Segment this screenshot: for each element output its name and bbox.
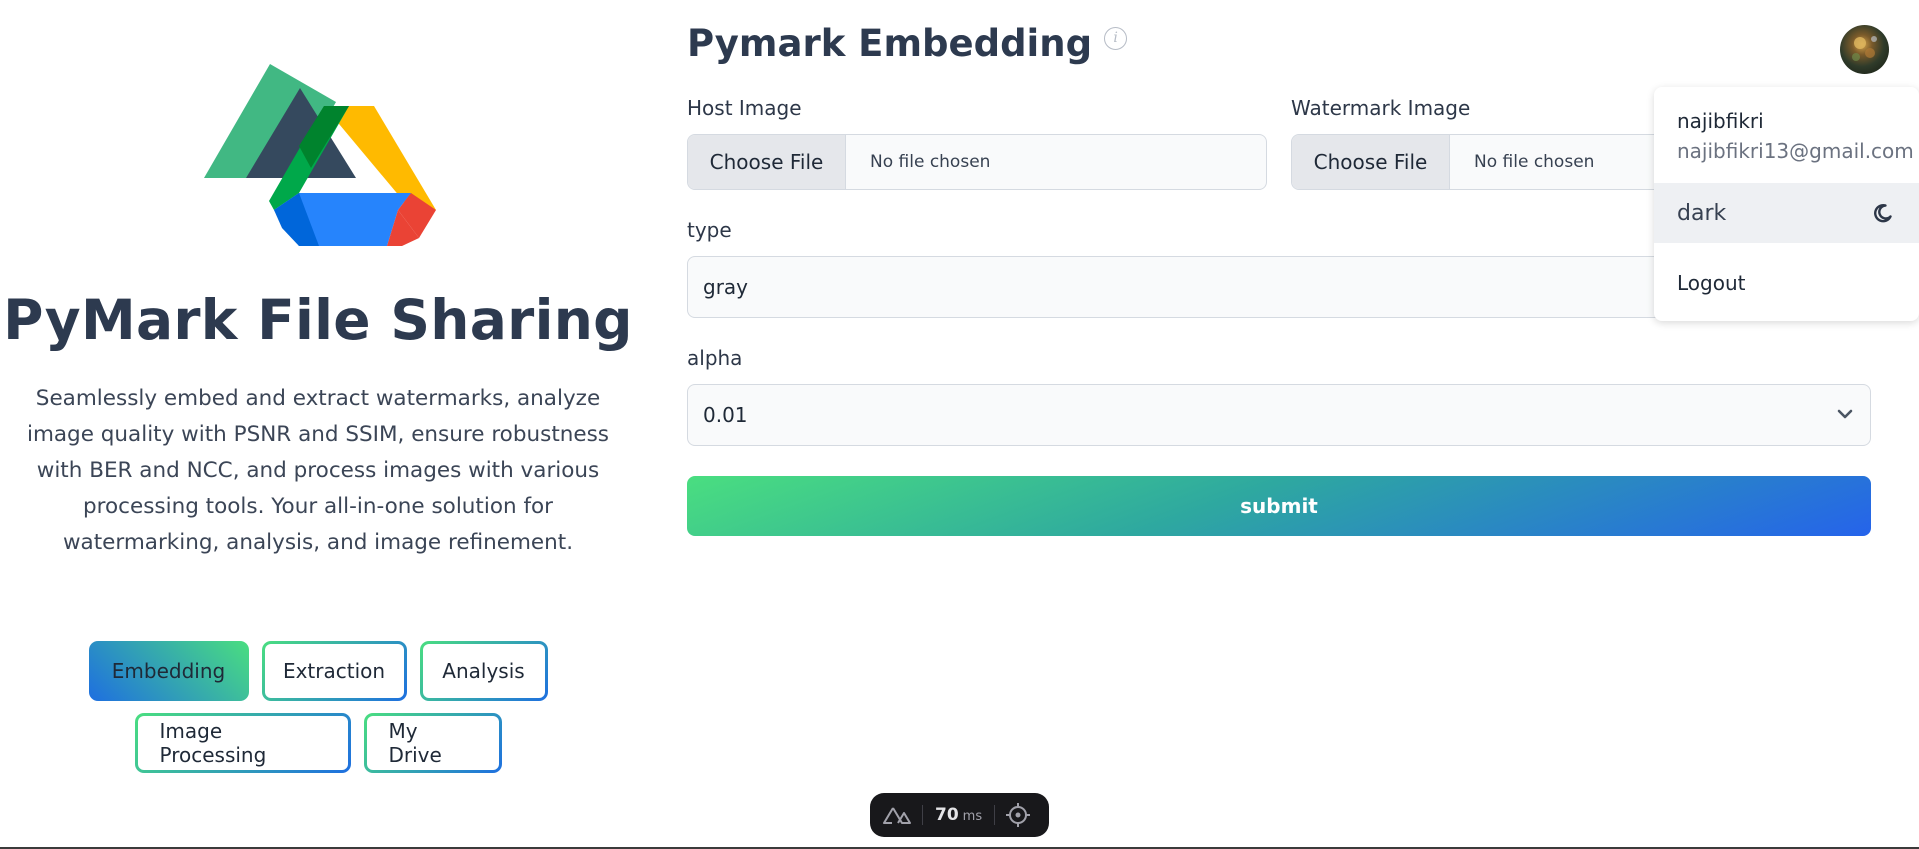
nuxt-drive-logo [204,64,436,246]
alpha-label: alpha [687,346,743,370]
host-image-file-status: No file chosen [870,152,991,172]
host-image-file-input[interactable]: Choose File No file chosen [687,134,1267,190]
host-image-choose-file-button[interactable]: Choose File [688,135,846,189]
nav-button-label: Image Processing [137,716,348,770]
user-menu-dropdown: najibfikri najibfikri13@gmail.com dark L… [1654,87,1919,321]
nav-image-processing-button[interactable]: Image Processing [134,713,351,773]
logout-menu-item[interactable]: Logout [1677,271,1745,295]
devtools-separator [922,805,923,825]
page-title-text: Pymark Embedding [687,22,1093,65]
nav-embedding-button[interactable]: Embedding [88,641,249,701]
nav-button-label: My Drive [366,716,499,770]
nav-extraction-button[interactable]: Extraction [261,641,407,701]
watermark-image-choose-file-button[interactable]: Choose File [1292,135,1450,189]
devtools-timing-unit: ms [962,809,983,824]
user-menu-email: najibfikri13@gmail.com [1677,139,1914,163]
devtools-timing: 70 ms [935,805,982,825]
theme-toggle[interactable]: dark [1654,183,1919,243]
type-label: type [687,218,732,242]
brand-description: Seamlessly embed and extract watermarks,… [26,386,610,555]
submit-button[interactable]: submit [687,476,1871,536]
left-panel: PyMark File Sharing Seamlessly embed and… [0,0,636,849]
avatar-image [1852,36,1877,61]
nav-button-label: Embedding [111,659,226,683]
alpha-select-value: 0.01 [703,403,748,427]
nav-my-drive-button[interactable]: My Drive [363,713,502,773]
avatar[interactable] [1840,25,1889,74]
host-image-label: Host Image [687,96,802,120]
nav-row-secondary: Image Processing My Drive [0,713,636,773]
nuxt-icon [883,807,911,824]
devtools-separator [994,805,996,825]
nav-analysis-button[interactable]: Analysis [419,641,548,701]
devtools-timing-value: 70 [935,805,959,825]
info-icon[interactable]: i [1104,27,1128,50]
moon-icon [1874,203,1892,223]
chevron-down-icon [1837,409,1853,419]
theme-toggle-label: dark [1677,201,1727,226]
type-select-value: gray [703,275,749,299]
watermark-image-label: Watermark Image [1291,96,1471,120]
page-title: Pymark Embedding i [687,22,1128,65]
user-menu-username: najibfikri [1677,109,1764,133]
devtools-bar[interactable]: 70 ms [870,793,1049,837]
nav-row-primary: Embedding Extraction Analysis [0,641,636,701]
nav-button-label: Extraction [264,644,404,698]
nav-button-label: Analysis [422,644,545,698]
alpha-select[interactable]: 0.01 [687,384,1871,446]
brand-title: PyMark File Sharing [3,288,633,352]
crosshair-icon[interactable] [1005,802,1031,828]
watermark-image-file-status: No file chosen [1474,152,1595,172]
